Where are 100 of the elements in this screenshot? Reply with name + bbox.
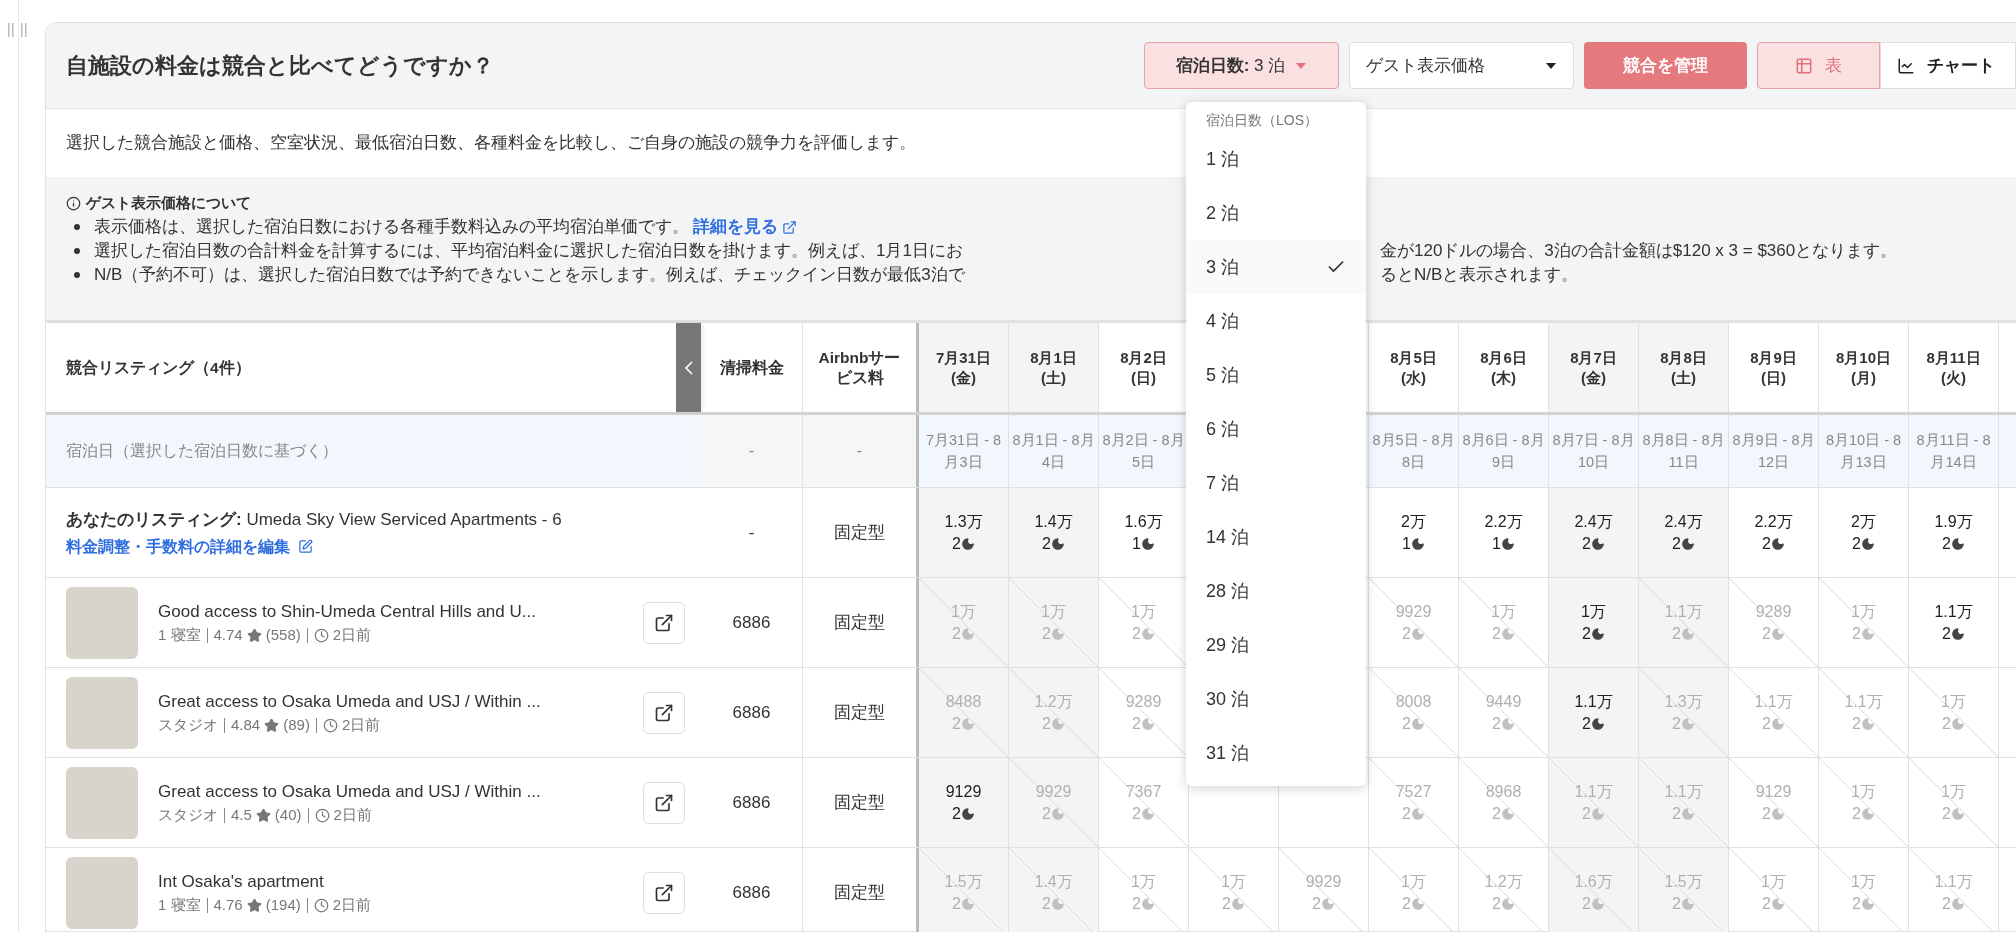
moon-icon (1410, 536, 1425, 551)
price-text: 1.4万 (1034, 871, 1073, 892)
room-type: 1 寝室 (158, 895, 201, 915)
details-link[interactable]: 詳細を見る (693, 215, 797, 239)
menu-item[interactable]: 2 泊 (1186, 186, 1366, 240)
info-text: N/B（予約不可）は、選択した宿泊日数では予約できないことを示します。例えば、チェックイン日数が最低3泊で (94, 264, 965, 286)
date-header: 8月1日 (土) (1009, 323, 1099, 412)
caret-icon (1545, 61, 1557, 70)
moon-icon (1770, 626, 1785, 641)
price-text: 1万 (1851, 601, 1876, 622)
open-listing-button[interactable] (643, 781, 685, 824)
nights-text: 1 (1132, 533, 1141, 554)
date-header: 8月11日 (火) (1909, 323, 1999, 412)
menu-item[interactable]: 5 泊 (1186, 348, 1366, 402)
price-text: 2.4万 (1574, 511, 1613, 532)
moon-icon (1500, 536, 1515, 551)
nights-text: 2 (952, 803, 961, 824)
nights-text: 2 (952, 713, 961, 734)
moon-icon (1140, 806, 1155, 821)
price-text: 1万 (1401, 871, 1426, 892)
clock-icon (314, 807, 330, 823)
price-text: 7527 (1395, 781, 1432, 802)
open-listing-button[interactable] (643, 691, 685, 734)
clock-icon (322, 717, 338, 733)
price-text: 1.1万 (1934, 601, 1973, 622)
moon-icon (960, 896, 975, 911)
star-icon (246, 627, 262, 643)
menu-item[interactable]: 14 泊 (1186, 510, 1366, 564)
menu-item[interactable]: 1 泊 (1186, 132, 1366, 186)
moon-icon (1500, 626, 1515, 641)
price-text: 1万 (1761, 871, 1786, 892)
moon-icon (1950, 536, 1965, 551)
moon-icon (1860, 896, 1875, 911)
stay-range-cell: 8月6日 - 8月9日 (1459, 415, 1549, 487)
nights-text: 2 (1042, 713, 1051, 734)
nights-text: 2 (1852, 533, 1861, 554)
edit-pricing-link[interactable]: 料金調整・手数料の詳細を編集 (66, 534, 313, 558)
price-text: 1.1万 (1574, 781, 1613, 802)
listing-title: Int Osaka's apartment (158, 870, 325, 893)
nights-text: 2 (1942, 623, 1951, 644)
price-text: 1.1万 (1664, 781, 1703, 802)
edit-icon (298, 538, 313, 554)
menu-item[interactable]: 31 泊 (1186, 726, 1366, 780)
moon-icon (1050, 536, 1065, 551)
moon-icon (1590, 896, 1605, 911)
line-chart-icon (1897, 56, 1915, 75)
stay-range-cell: 7月31日 - 8月3日 (919, 415, 1009, 487)
view-tab[interactable]: チャート (1880, 42, 2016, 89)
moon-icon (1500, 806, 1515, 821)
review-count: (89) (283, 715, 310, 735)
room-type: 1 寝室 (158, 625, 201, 645)
price-type-dropdown[interactable]: ゲスト表示価格 (1349, 42, 1574, 89)
nights-text: 2 (1132, 803, 1141, 824)
card-title: 自施設の料金は競合と比べてどうですか？ (66, 52, 494, 80)
description-text: 選択した競合施設と価格、空室状況、最低宿泊日数、各種料金を比較し、ご自身の施設の競争力を評価します。 (66, 132, 916, 155)
nights-text: 2 (1762, 893, 1771, 914)
nights-text: 2 (1042, 623, 1051, 644)
moon-icon (1410, 626, 1425, 641)
open-listing-button[interactable] (643, 871, 685, 914)
price-text: 1.3万 (1664, 691, 1703, 712)
stay-range-cell: 8月8日 - 8月11日 (1639, 415, 1729, 487)
cleaning-fee-cell: 6886 (701, 758, 803, 847)
star-icon (255, 807, 271, 823)
nights-text: 2 (1132, 713, 1141, 734)
menu-item[interactable]: 7 泊 (1186, 456, 1366, 510)
menu-item[interactable]: 3 泊 (1186, 240, 1366, 294)
external-link-icon (654, 882, 674, 903)
cleaning-fee-cell: - (701, 488, 803, 577)
price-text: 1万 (1581, 601, 1606, 622)
los-dropdown-button[interactable]: 宿泊日数: 3 泊 (1144, 42, 1339, 89)
price-text: 1万 (1131, 601, 1156, 622)
menu-item[interactable]: 6 泊 (1186, 402, 1366, 456)
moon-icon (1140, 896, 1155, 911)
nights-text: 2 (1582, 623, 1591, 644)
listing-title: Great access to Osaka Umeda and USJ / Within ... (158, 780, 542, 803)
menu-item[interactable]: 30 泊 (1186, 672, 1366, 726)
review-count: (558) (265, 625, 301, 645)
price-text: 1.2万 (1034, 691, 1073, 712)
info-text: 選択した宿泊日数の合計料金を計算するには、平均宿泊料金に選択した宿泊日数を掛けます。例えば、1月1日にお (94, 240, 963, 262)
stay-range-cell: 8月1日 - 8月4日 (1009, 415, 1099, 487)
info-icon (66, 195, 81, 211)
moon-icon (1770, 716, 1785, 731)
column-header: 清掃料金 (701, 323, 803, 412)
nights-text: 2 (1582, 803, 1591, 824)
menu-item[interactable]: 28 泊 (1186, 564, 1366, 618)
moon-icon (1410, 806, 1425, 821)
nights-text: 2 (1942, 803, 1951, 824)
moon-icon (1770, 806, 1785, 821)
menu-item[interactable]: 4 泊 (1186, 294, 1366, 348)
drag-handle-icon[interactable] (7, 22, 29, 38)
nights-text: 2 (1492, 893, 1501, 914)
open-listing-button[interactable] (643, 601, 685, 644)
updated-time: 2日前 (341, 715, 381, 735)
moon-icon (1950, 716, 1965, 731)
price-text: 1.6万 (1124, 511, 1163, 532)
price-text: 9289 (1125, 691, 1162, 712)
clock-icon (313, 627, 329, 643)
menu-item[interactable]: 29 泊 (1186, 618, 1366, 672)
nights-text: 2 (1852, 713, 1861, 734)
nights-text: 2 (1762, 803, 1771, 824)
